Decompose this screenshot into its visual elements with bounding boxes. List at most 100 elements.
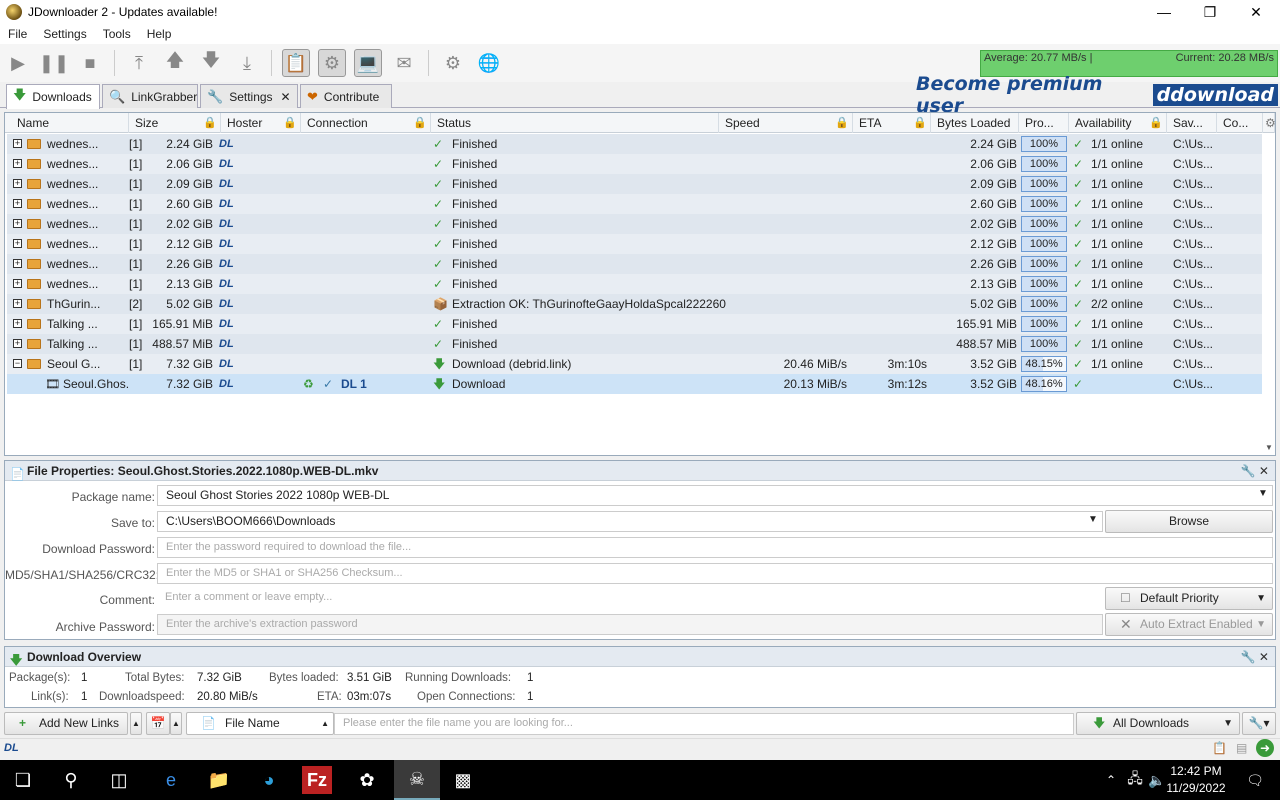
clock-time[interactable]: 12:42 PM bbox=[1166, 764, 1226, 778]
maximize-button[interactable]: ❐ bbox=[1187, 0, 1233, 24]
auto-extract-dropdown[interactable]: Auto Extract Enabled ✕ ▼ bbox=[1105, 613, 1273, 636]
save-to-field[interactable]: C:\Users\BOOM666\Downloads bbox=[157, 511, 1103, 532]
move-to-top-icon[interactable]: ⤒ bbox=[125, 49, 153, 77]
expand-toggle-icon[interactable]: + bbox=[13, 239, 22, 248]
table-row[interactable]: + Talking ... [1] 488.57 MiB DL ✓ Finished 488.… bbox=[7, 334, 1262, 354]
table-row[interactable]: − Seoul G... [1] 7.32 GiB DL 🡇 Download (debri… bbox=[7, 354, 1262, 374]
expand-toggle-icon[interactable]: + bbox=[13, 339, 22, 348]
panel-settings-close-icon[interactable]: 🔧 ✕ bbox=[1241, 461, 1269, 481]
filter-column-select[interactable]: 📄 File Name ▲ bbox=[186, 712, 334, 735]
expand-toggle-icon[interactable]: + bbox=[13, 199, 22, 208]
table-row[interactable]: + wednes... [1] 2.09 GiB DL ✓ Finished 2.09 GiB… bbox=[7, 174, 1262, 194]
col-speed[interactable]: Speed 🔒 bbox=[719, 113, 853, 133]
chevron-down-icon[interactable]: ▼ bbox=[1258, 488, 1268, 499]
file-explorer-icon[interactable]: 📁 bbox=[196, 760, 242, 800]
col-save-to[interactable]: Sav... bbox=[1167, 113, 1217, 133]
edge-icon[interactable]: ◕ bbox=[246, 760, 292, 800]
app-icon[interactable]: ✿ bbox=[344, 760, 390, 800]
column-settings-icon[interactable]: ⚙ bbox=[1263, 113, 1276, 133]
menu-settings[interactable]: Settings bbox=[35, 27, 94, 41]
table-row[interactable]: + wednes... [1] 2.02 GiB DL ✓ Finished 2.02 GiB… bbox=[7, 214, 1262, 234]
clipboard-observer-icon[interactable]: 📋 bbox=[282, 49, 310, 77]
menu-file[interactable]: File bbox=[0, 27, 35, 41]
calendar-icon[interactable]: 📅 bbox=[146, 712, 170, 735]
tab-contribute[interactable]: ❤ Contribute bbox=[300, 84, 392, 108]
move-down-icon[interactable]: 🡇 bbox=[197, 49, 225, 77]
filezilla-icon[interactable]: Fz bbox=[302, 766, 332, 794]
scroll-down-icon[interactable]: ▼ bbox=[1265, 443, 1273, 452]
expand-toggle-icon[interactable]: + bbox=[13, 219, 22, 228]
next-arrow-icon[interactable]: ➜ bbox=[1256, 739, 1274, 757]
menu-tools[interactable]: Tools bbox=[95, 27, 139, 41]
minimize-button[interactable]: — bbox=[1141, 0, 1187, 24]
terminal-icon[interactable]: ▩ bbox=[440, 760, 486, 800]
auto-reconnect-icon[interactable]: ⚙ bbox=[318, 49, 346, 77]
col-name[interactable]: Name bbox=[11, 113, 129, 133]
panel-settings-close-icon[interactable]: 🔧 ✕ bbox=[1241, 647, 1269, 667]
download-password-field[interactable]: Enter the password required to download … bbox=[157, 537, 1273, 558]
notifications-icon[interactable]: 🗨 bbox=[1232, 760, 1278, 800]
close-button[interactable]: ✕ bbox=[1233, 0, 1279, 24]
stop-downloads-icon[interactable]: ■ bbox=[76, 49, 104, 77]
table-row[interactable]: + wednes... [1] 2.24 GiB DL ✓ Finished 2.24 GiB… bbox=[7, 134, 1262, 154]
table-row[interactable]: 🎞 Seoul.Ghos. 7.32 GiB DL ♻ ✓ DL 1 🡇 Download 20.… bbox=[7, 374, 1262, 394]
col-eta[interactable]: ETA 🔒 bbox=[853, 113, 931, 133]
move-up-icon[interactable]: 🡅 bbox=[161, 49, 189, 77]
update-icon[interactable]: 🌐 bbox=[475, 49, 503, 77]
checksum-field[interactable]: Enter the MD5 or SHA1 or SHA256 Checksum… bbox=[157, 563, 1273, 584]
browse-button[interactable]: Browse bbox=[1105, 510, 1273, 533]
expand-toggle-icon[interactable]: + bbox=[13, 299, 22, 308]
windows-start-icon[interactable]: ❏ bbox=[0, 760, 46, 800]
expand-toggle-icon[interactable]: + bbox=[13, 319, 22, 328]
comment-field[interactable]: Enter a comment or leave empty... bbox=[157, 588, 1103, 609]
premium-toggle-icon[interactable]: 💻 bbox=[354, 49, 382, 77]
clock-date[interactable]: 11/29/2022 bbox=[1160, 781, 1232, 795]
table-row[interactable]: + Talking ... [1] 165.91 MiB DL ✓ Finished 165.… bbox=[7, 314, 1262, 334]
internet-explorer-icon[interactable]: e bbox=[148, 760, 194, 800]
col-status[interactable]: Status bbox=[431, 113, 719, 133]
tab-downloads[interactable]: 🡇 Downloads bbox=[6, 84, 100, 109]
search-input[interactable]: Please enter the file name you are looki… bbox=[334, 713, 1074, 735]
col-progress[interactable]: Pro... bbox=[1019, 113, 1069, 133]
menu-help[interactable]: Help bbox=[139, 27, 180, 41]
table-row[interactable]: + wednes... [1] 2.60 GiB DL ✓ Finished 2.60 GiB… bbox=[7, 194, 1262, 214]
table-row[interactable]: + wednes... [1] 2.13 GiB DL ✓ Finished 2.13 GiB… bbox=[7, 274, 1262, 294]
clipboard-icon[interactable]: 📋 bbox=[1212, 741, 1227, 755]
expand-toggle-icon[interactable]: + bbox=[13, 139, 22, 148]
chevron-down-icon[interactable]: ▼ bbox=[1088, 514, 1098, 525]
start-downloads-icon[interactable]: ▶ bbox=[4, 49, 32, 77]
col-bytes-loaded[interactable]: Bytes Loaded bbox=[931, 113, 1019, 133]
col-size[interactable]: Size 🔒 bbox=[129, 113, 221, 133]
quick-settings-icon[interactable]: 🔧▾ bbox=[1242, 712, 1276, 735]
priority-dropdown[interactable]: Default Priority ☐ ▼ bbox=[1105, 587, 1273, 610]
add-new-links-button[interactable]: + Add New Links bbox=[4, 712, 128, 735]
table-row[interactable]: + wednes... [1] 2.12 GiB DL ✓ Finished 2.12 GiB… bbox=[7, 234, 1262, 254]
all-downloads-dropdown[interactable]: 🡇 All Downloads ▼ bbox=[1076, 712, 1240, 735]
add-links-menu-icon[interactable]: ▲ bbox=[130, 712, 142, 735]
calendar-menu-icon[interactable]: ▲ bbox=[170, 712, 182, 735]
table-row[interactable]: + ThGurin... [2] 5.02 GiB DL 📦 Extraction OK: … bbox=[7, 294, 1262, 314]
search-icon[interactable]: ⚲ bbox=[48, 760, 94, 800]
jdownloader-taskbar-icon[interactable]: ☠ bbox=[394, 760, 440, 800]
pause-downloads-icon[interactable]: ❚❚ bbox=[39, 49, 69, 77]
expand-toggle-icon[interactable]: + bbox=[13, 179, 22, 188]
expand-toggle-icon[interactable]: + bbox=[13, 259, 22, 268]
col-connection[interactable]: Connection 🔒 bbox=[301, 113, 431, 133]
expand-toggle-icon[interactable]: − bbox=[13, 359, 22, 368]
silent-mode-icon[interactable]: ✉ bbox=[390, 49, 418, 77]
close-tab-icon[interactable]: ✕ bbox=[281, 90, 291, 104]
task-view-icon[interactable]: ◫ bbox=[96, 760, 142, 800]
reconnect-icon[interactable]: ⚙ bbox=[439, 49, 467, 77]
package-name-field[interactable]: Seoul Ghost Stories 2022 1080p WEB-DL bbox=[157, 485, 1273, 506]
table-row[interactable]: + wednes... [1] 2.26 GiB DL ✓ Finished 2.26 GiB… bbox=[7, 254, 1262, 274]
table-row[interactable]: + wednes... [1] 2.06 GiB DL ✓ Finished 2.06 GiB… bbox=[7, 154, 1262, 174]
list-icon[interactable]: ▤ bbox=[1236, 741, 1247, 755]
expand-toggle-icon[interactable]: + bbox=[13, 159, 22, 168]
col-comment[interactable]: Co... bbox=[1217, 113, 1263, 133]
archive-password-field[interactable]: Enter the archive's extraction password bbox=[157, 614, 1103, 635]
move-to-bottom-icon[interactable]: ⤓ bbox=[233, 49, 261, 77]
expand-toggle-icon[interactable]: + bbox=[13, 279, 22, 288]
tab-linkgrabber[interactable]: 🔍 LinkGrabber bbox=[102, 84, 198, 108]
premium-banner[interactable]: Become premium user ddownload bbox=[916, 73, 1278, 117]
tab-settings[interactable]: 🔧 Settings ✕ bbox=[200, 84, 298, 108]
